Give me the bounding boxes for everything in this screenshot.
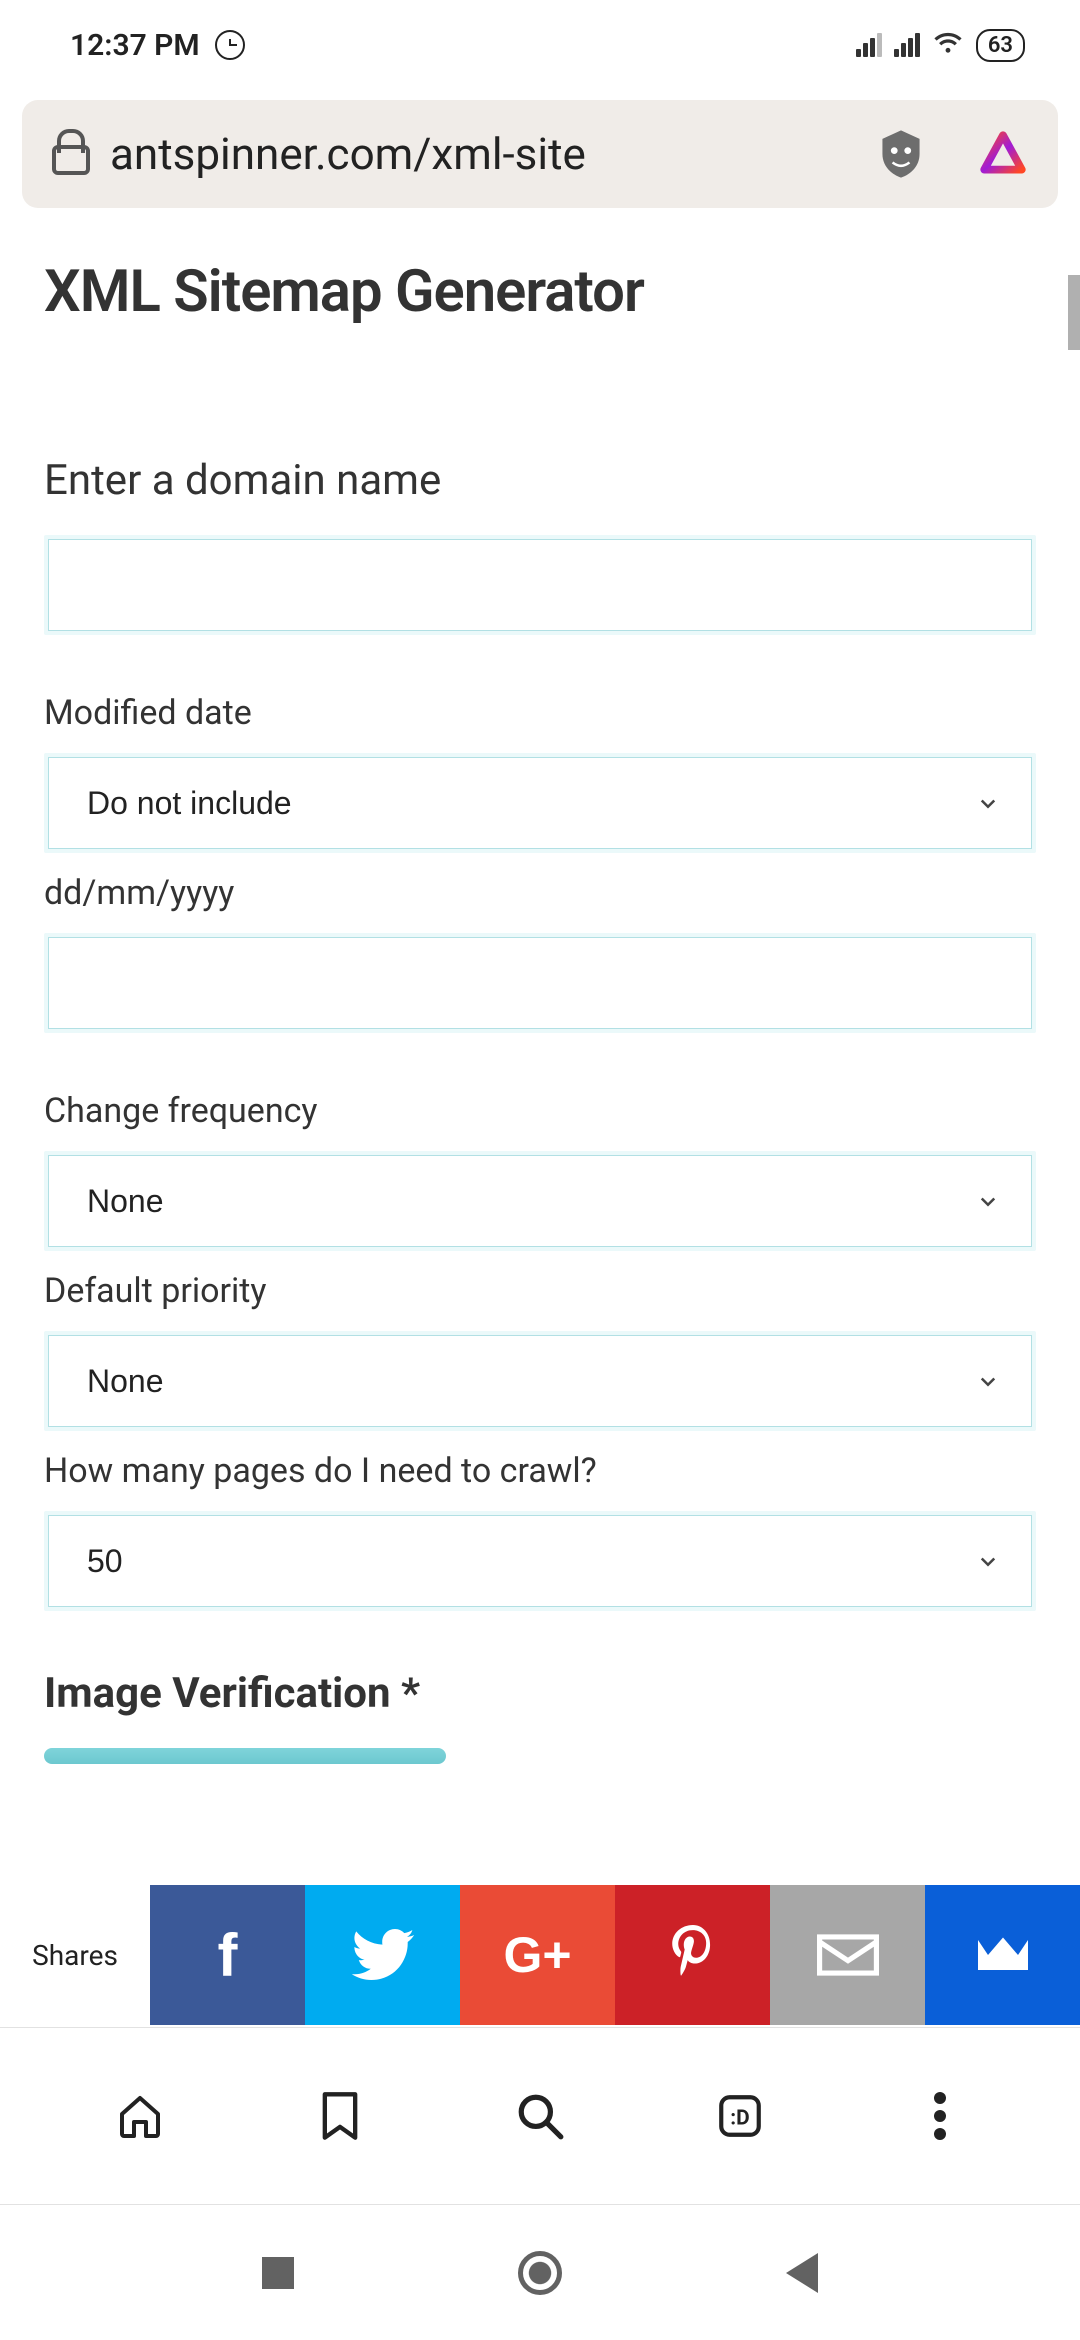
browser-nav-bar: :D — [0, 2027, 1080, 2205]
bookmark-button[interactable] — [315, 2091, 365, 2141]
freq-label: Change frequency — [44, 1091, 1036, 1131]
modified-label: Modified date — [44, 693, 1036, 733]
share-twitter-button[interactable] — [305, 1885, 460, 2025]
modified-select[interactable]: Do not include — [48, 757, 1032, 849]
page-content: XML Sitemap Generator Enter a domain nam… — [0, 210, 1080, 2025]
back-button[interactable] — [786, 2253, 818, 2293]
share-googleplus-button[interactable]: G+ — [460, 1885, 615, 2025]
status-bar: 12:37 PM 63 — [0, 0, 1080, 90]
search-button[interactable] — [515, 2091, 565, 2141]
lock-icon — [52, 145, 90, 175]
share-more-button[interactable] — [925, 1885, 1080, 2025]
svg-text::D: :D — [730, 2106, 749, 2130]
captcha-image — [44, 1748, 446, 1764]
pages-select[interactable]: 50 — [48, 1515, 1032, 1607]
date-label: dd/mm/yyyy — [44, 873, 1036, 913]
share-pinterest-button[interactable] — [615, 1885, 770, 2025]
menu-button[interactable] — [915, 2091, 965, 2141]
shares-label: Shares — [0, 1885, 150, 2025]
tabs-button[interactable]: :D — [715, 2091, 765, 2141]
url-bar[interactable]: antspinner.com/xml-site — [22, 100, 1058, 208]
captcha-label: Image Verification * — [44, 1669, 1036, 1718]
share-bar: Shares f G+ — [0, 1885, 1080, 2025]
share-email-button[interactable] — [770, 1885, 925, 2025]
priority-label: Default priority — [44, 1271, 1036, 1311]
page-title: XML Sitemap Generator — [44, 258, 1036, 326]
recents-button[interactable] — [262, 2257, 294, 2289]
brave-shields-icon[interactable] — [874, 127, 928, 181]
share-facebook-button[interactable]: f — [150, 1885, 305, 2025]
domain-label: Enter a domain name — [44, 456, 1036, 505]
brave-logo-icon[interactable] — [978, 129, 1028, 179]
freq-select[interactable]: None — [48, 1155, 1032, 1247]
battery-icon: 63 — [976, 29, 1025, 62]
system-home-button[interactable] — [518, 2251, 562, 2295]
status-time: 12:37 PM — [70, 28, 200, 63]
url-text: antspinner.com/xml-site — [110, 128, 854, 180]
system-nav-bar — [0, 2205, 1080, 2340]
signal-icon-2 — [894, 33, 920, 57]
wifi-icon — [932, 26, 964, 64]
alarm-icon — [215, 30, 245, 60]
date-input[interactable] — [48, 937, 1032, 1029]
domain-input[interactable] — [48, 539, 1032, 631]
home-button[interactable] — [115, 2091, 165, 2141]
signal-icon-1 — [856, 33, 882, 57]
priority-select[interactable]: None — [48, 1335, 1032, 1427]
pages-label: How many pages do I need to crawl? — [44, 1451, 1036, 1491]
